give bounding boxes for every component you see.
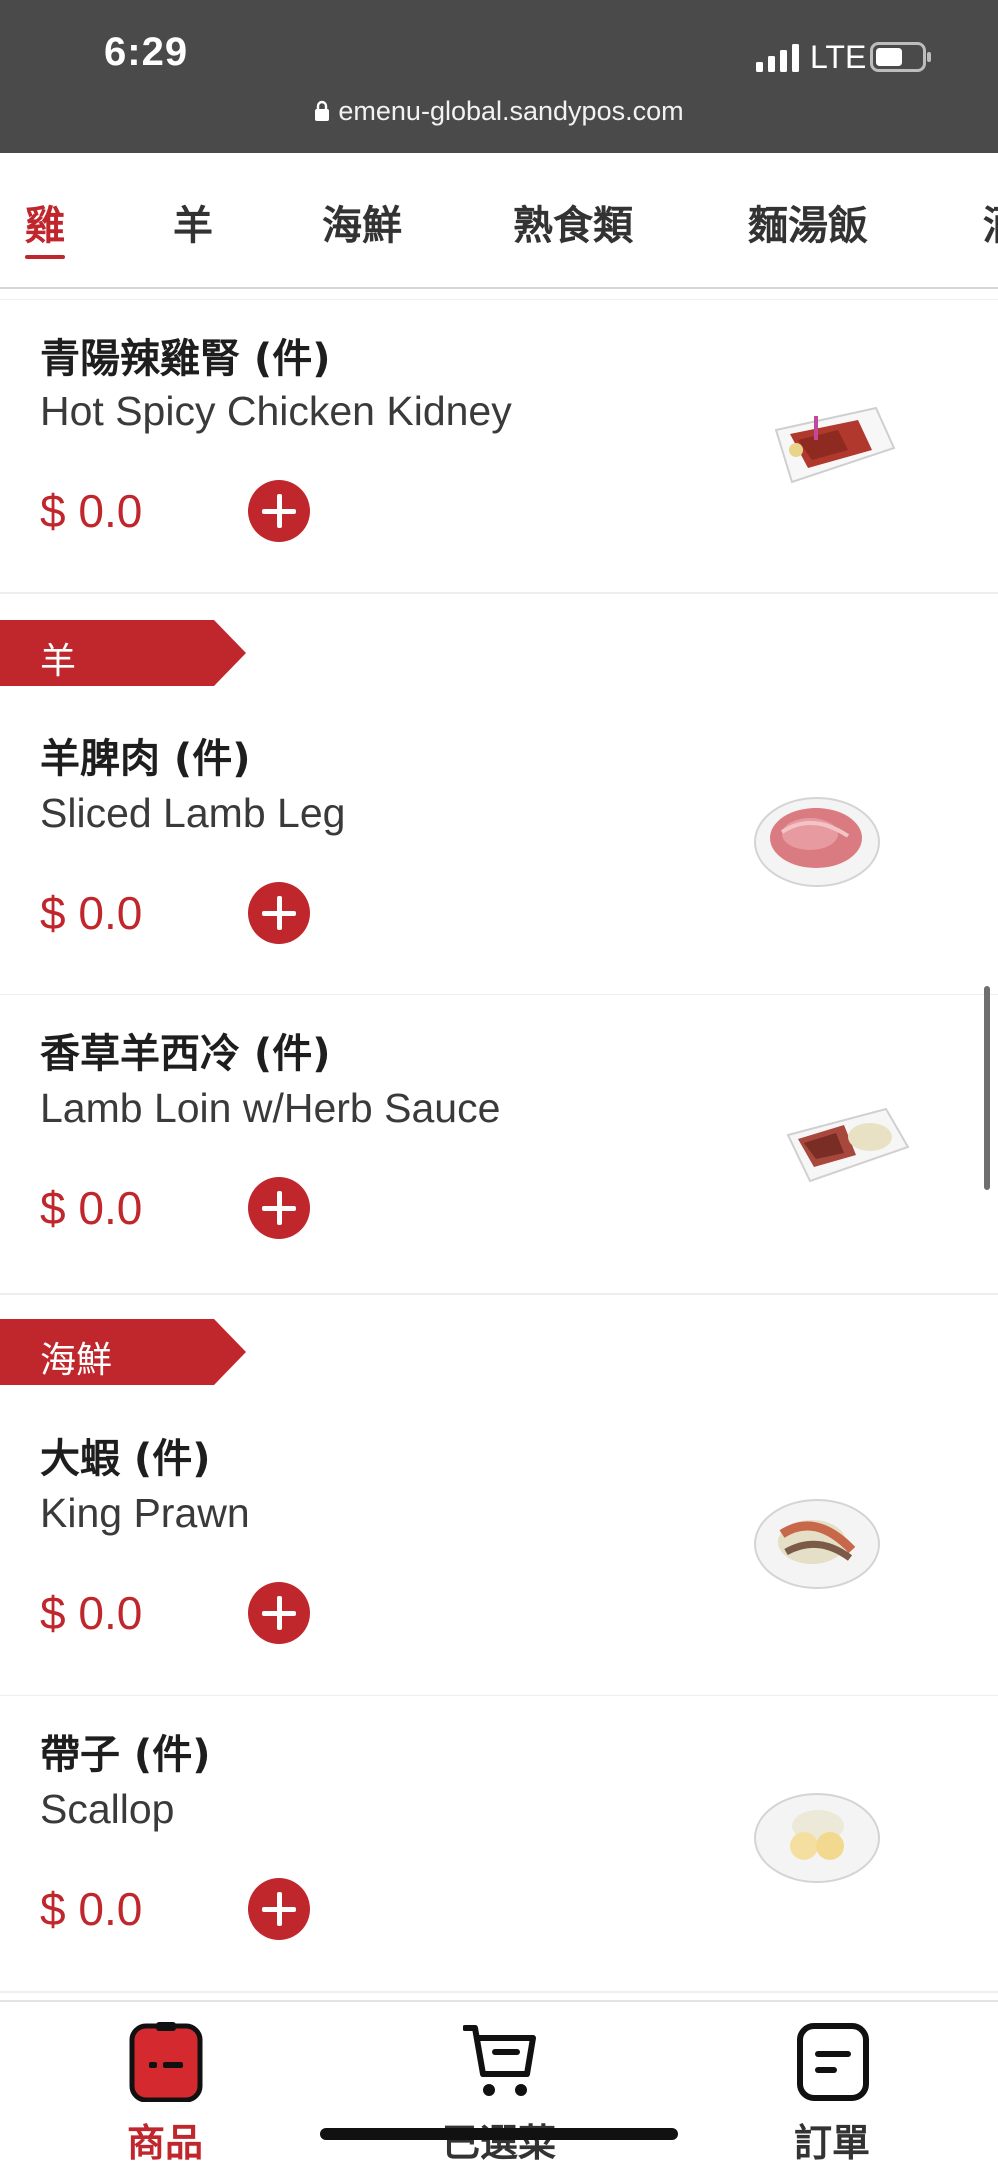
signal-icon	[756, 44, 799, 72]
add-to-cart-button[interactable]	[248, 882, 310, 944]
item-name-zh: 青陽辣雞腎 (件)	[40, 336, 331, 382]
item-name-en: Scallop	[40, 1786, 175, 1832]
tab-cooked-food[interactable]: 熟食類	[513, 193, 633, 251]
item-name-zh: 大蝦 (件)	[40, 1436, 211, 1482]
add-to-cart-button[interactable]	[248, 1177, 310, 1239]
add-to-cart-button[interactable]	[248, 1878, 310, 1940]
menu-item[interactable]: 帶子 (件) Scallop $ 0.0	[0, 1696, 998, 1993]
url-text: emenu-global.sandypos.com	[338, 96, 684, 126]
item-name-en: King Prawn	[40, 1490, 250, 1536]
section-title: 海鮮	[40, 1340, 113, 1381]
tab-chicken[interactable]: 雞	[25, 193, 65, 251]
menu-item[interactable]: 青陽辣雞腎 (件) Hot Spicy Chicken Kidney $ 0.0	[0, 300, 998, 594]
dish-image	[754, 1499, 880, 1589]
item-name-en: Lamb Loin w/Herb Sauce	[40, 1085, 501, 1131]
orders-icon	[797, 2023, 869, 2101]
products-icon	[129, 2022, 203, 2102]
section-title: 羊	[40, 641, 77, 682]
status-time: 6:29	[104, 30, 189, 74]
list-divider	[0, 289, 998, 300]
item-price: $ 0.0	[40, 1587, 143, 1639]
section-header-seafood: 海鮮	[0, 1319, 246, 1385]
add-to-cart-button[interactable]	[248, 1582, 310, 1644]
home-indicator[interactable]	[320, 2128, 678, 2140]
tab-drinks[interactable]: 酒	[983, 193, 998, 251]
dish-image	[786, 1107, 910, 1183]
item-price: $ 0.0	[40, 887, 143, 939]
lock-icon	[315, 100, 330, 121]
tab-seafood[interactable]: 海鮮	[322, 193, 402, 251]
add-to-cart-button[interactable]	[248, 480, 310, 542]
scrollbar-thumb[interactable]	[984, 986, 990, 1190]
tab-noodles-rice[interactable]: 麵湯飯	[748, 193, 868, 251]
status-bar: 6:29 LTE emenu-global.sandypos.com	[0, 0, 998, 153]
item-name-zh: 香草羊西冷 (件)	[40, 1031, 331, 1077]
active-tab-indicator	[25, 255, 65, 259]
item-name-en: Hot Spicy Chicken Kidney	[40, 388, 512, 434]
item-price: $ 0.0	[40, 1182, 143, 1234]
nav-products[interactable]: 商品	[65, 2016, 265, 2165]
cart-icon	[463, 2025, 536, 2096]
nav-label: 商品	[126, 2121, 203, 2165]
tab-lamb[interactable]: 羊	[173, 193, 213, 251]
url-bar[interactable]: emenu-global.sandypos.com	[0, 96, 998, 127]
item-price: $ 0.0	[40, 485, 143, 537]
dish-image	[774, 406, 896, 484]
nav-orders[interactable]: 訂單	[732, 2016, 932, 2165]
menu-item[interactable]: 香草羊西冷 (件) Lamb Loin w/Herb Sauce $ 0.0	[0, 995, 998, 1295]
menu-item[interactable]: 大蝦 (件) King Prawn $ 0.0	[0, 1400, 998, 1697]
item-price: $ 0.0	[40, 1883, 143, 1935]
item-name-en: Sliced Lamb Leg	[40, 790, 346, 836]
menu-item[interactable]: 羊脾肉 (件) Sliced Lamb Leg $ 0.0	[0, 700, 998, 996]
category-tabs: 雞 羊 海鮮 熟食類 麵湯飯 酒	[0, 153, 998, 289]
item-name-zh: 羊脾肉 (件)	[40, 736, 251, 782]
dish-image	[754, 797, 880, 887]
nav-label: 訂單	[793, 2121, 870, 2165]
network-label: LTE	[810, 39, 867, 75]
battery-icon	[870, 42, 931, 72]
item-name-zh: 帶子 (件)	[40, 1732, 211, 1778]
dish-image	[754, 1793, 880, 1883]
section-header-lamb: 羊	[0, 620, 246, 686]
